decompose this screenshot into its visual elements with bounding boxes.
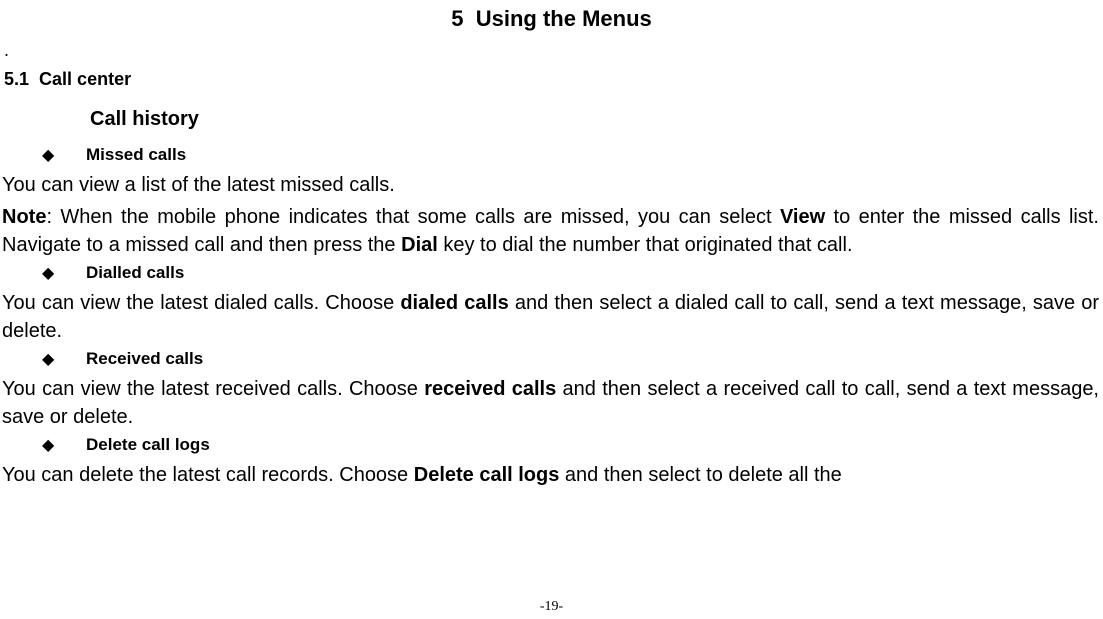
dialled-calls-desc: You can view the latest dialed calls. Ch… — [0, 289, 1103, 349]
received-text-1: You can view the latest received calls. … — [2, 378, 424, 400]
dialled-text-1: You can view the latest dialed calls. Ch… — [2, 292, 400, 314]
dialled-bold: dialed calls — [400, 292, 508, 314]
section-title: Call center — [39, 69, 131, 89]
note-label: Note — [2, 206, 46, 228]
bullet-label: Received calls — [86, 349, 203, 369]
bullet-label: Missed calls — [86, 145, 186, 165]
note-bold-dial: Dial — [401, 234, 438, 256]
diamond-bullet-icon: ◆ — [42, 349, 86, 369]
page-number: -19- — [0, 599, 1103, 615]
subsection-heading: Call history — [0, 108, 1103, 145]
bullet-dialled-calls: ◆ Dialled calls — [0, 263, 1103, 289]
received-calls-desc: You can view the latest received calls. … — [0, 375, 1103, 435]
missed-calls-note: Note: When the mobile phone indicates th… — [0, 203, 1103, 263]
bullet-label: Dialled calls — [86, 263, 184, 283]
note-text-1: : When the mobile phone indicates that s… — [46, 206, 779, 228]
section-number: 5.1 — [4, 69, 29, 89]
stray-dot: . — [0, 40, 1103, 69]
diamond-bullet-icon: ◆ — [42, 145, 86, 165]
bullet-label: Delete call logs — [86, 435, 210, 455]
bullet-received-calls: ◆ Received calls — [0, 349, 1103, 375]
diamond-bullet-icon: ◆ — [42, 263, 86, 283]
bullet-delete-logs: ◆ Delete call logs — [0, 435, 1103, 461]
diamond-bullet-icon: ◆ — [42, 435, 86, 455]
chapter-number: 5 — [451, 6, 463, 31]
delete-logs-desc: You can delete the latest call records. … — [0, 461, 1103, 493]
missed-calls-desc: You can view a list of the latest missed… — [0, 171, 1103, 203]
note-bold-view: View — [780, 206, 825, 228]
note-text-3: key to dial the number that originated t… — [438, 234, 853, 256]
delete-bold: Delete call logs — [414, 464, 560, 486]
chapter-title-text: Using the Menus — [476, 6, 652, 31]
received-bold: received calls — [424, 378, 556, 400]
section-heading: 5.1 Call center — [0, 69, 1103, 108]
delete-text-2: and then select to delete all the — [559, 464, 841, 486]
bullet-missed-calls: ◆ Missed calls — [0, 145, 1103, 171]
chapter-title: 5 Using the Menus — [0, 0, 1103, 40]
delete-text-1: You can delete the latest call records. … — [2, 464, 414, 486]
